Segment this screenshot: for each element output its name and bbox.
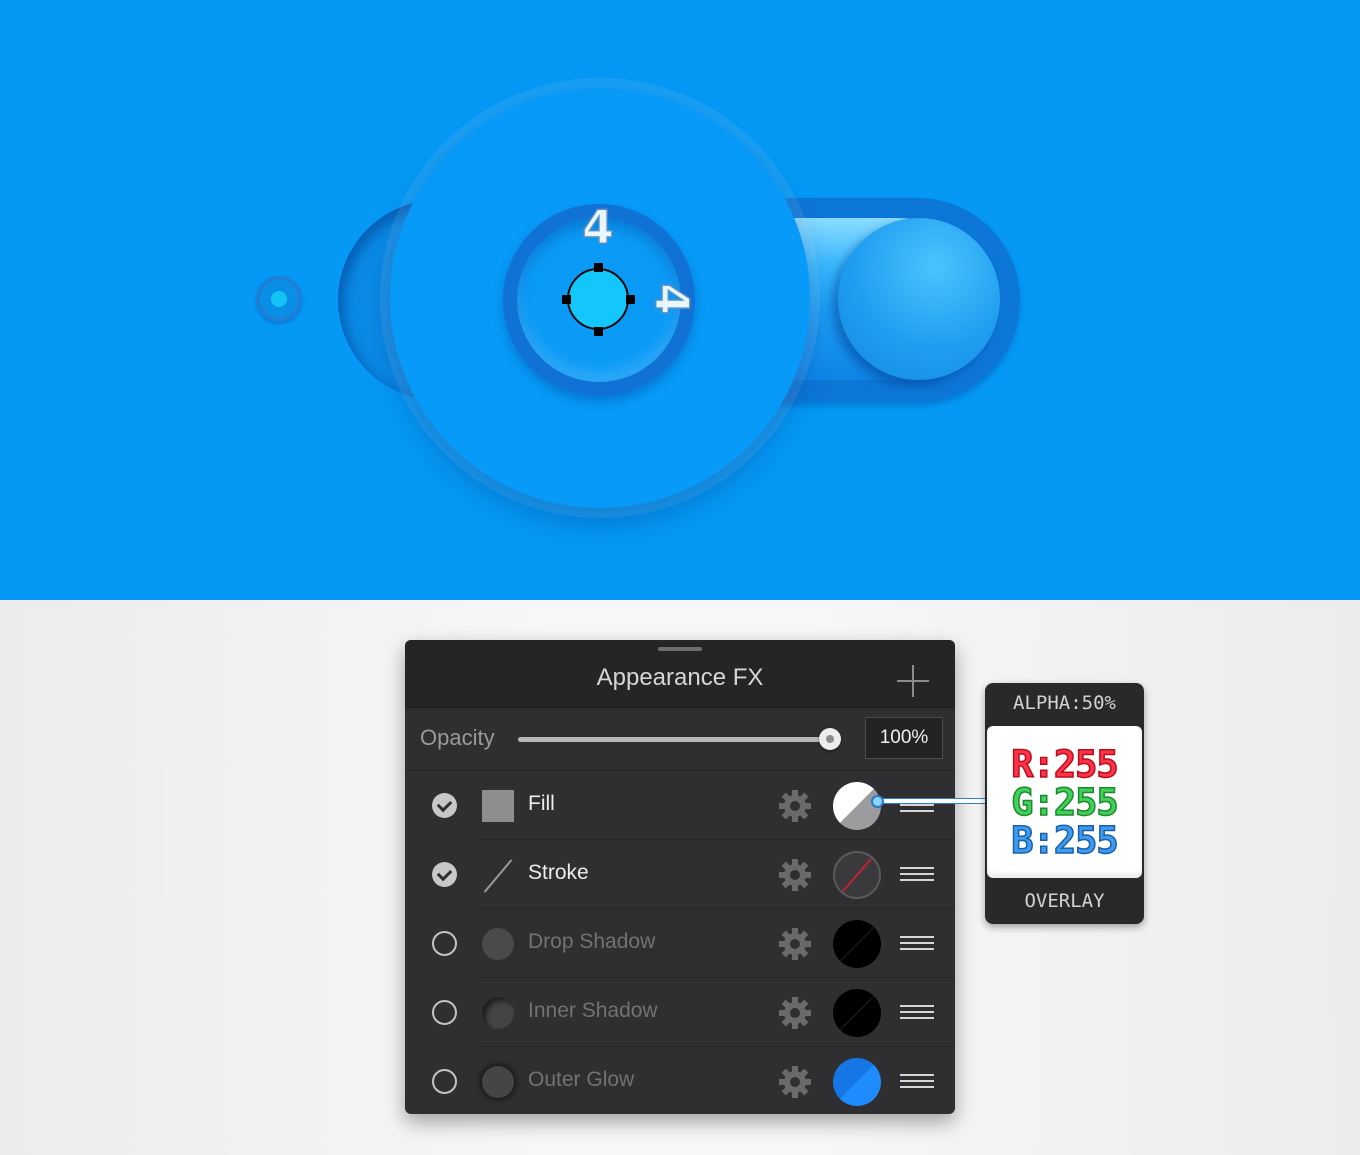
width-dimension-label: 4 [581, 200, 615, 254]
alpha-label: ALPHA:50% [1013, 692, 1116, 714]
drop-shadow-icon [482, 928, 514, 960]
panel-title: Appearance FX [596, 664, 764, 691]
checkmark-icon[interactable] [432, 793, 457, 818]
gear-icon[interactable] [777, 857, 813, 893]
rgb-values-card: R:255 G:255 B:255 [987, 726, 1142, 878]
outer-glow-icon [482, 1066, 514, 1098]
design-canvas[interactable]: 4 4 [0, 0, 1360, 600]
inner-shadow-icon [482, 997, 514, 1029]
plus-icon[interactable] [897, 665, 929, 697]
blue-value: B:255 [1011, 819, 1120, 862]
blend-mode-label: OVERLAY [1024, 890, 1105, 912]
color-swatch[interactable] [833, 851, 881, 899]
effect-label: Stroke [528, 861, 589, 884]
effect-label: Outer Glow [528, 1068, 635, 1091]
panel-header: Appearance FX [405, 640, 955, 708]
drag-handle-icon[interactable] [900, 936, 934, 950]
resize-handle-left[interactable] [562, 295, 571, 304]
swatch-connector-line [882, 798, 988, 804]
resize-handle-top[interactable] [594, 263, 603, 272]
effect-label: Inner Shadow [528, 999, 658, 1022]
unchecked-circle-icon[interactable] [432, 1069, 457, 1094]
color-swatch[interactable] [833, 920, 881, 968]
effect-label: Drop Shadow [528, 930, 656, 953]
opacity-row: Opacity 100% [405, 708, 955, 771]
drag-handle-icon[interactable] [900, 1005, 934, 1019]
gear-icon[interactable] [777, 788, 813, 824]
red-value: R:255 [1011, 743, 1120, 786]
resize-handle-right[interactable] [626, 295, 635, 304]
effect-label: Fill [528, 792, 555, 815]
selected-circle-shape[interactable] [567, 268, 629, 330]
color-swatch[interactable] [833, 989, 881, 1037]
opacity-value-field[interactable]: 100% [865, 717, 943, 759]
drag-handle-icon[interactable] [900, 1074, 934, 1088]
color-info-tooltip: ALPHA:50% R:255 G:255 B:255 OVERLAY [985, 683, 1144, 924]
color-swatch[interactable] [833, 1058, 881, 1106]
checkmark-icon[interactable] [432, 862, 457, 887]
effect-row-outer-glow[interactable]: Outer Glow [405, 1047, 955, 1114]
connector-dot [871, 795, 884, 808]
gear-icon[interactable] [777, 995, 813, 1031]
opacity-slider-thumb[interactable] [819, 728, 841, 750]
effect-row-stroke[interactable]: Stroke [405, 840, 955, 909]
opacity-slider[interactable] [518, 737, 830, 742]
radio-button-shape [256, 276, 302, 322]
panel-grabber[interactable] [658, 647, 702, 651]
unchecked-circle-icon[interactable] [432, 1000, 457, 1025]
effect-row-inner-shadow[interactable]: Inner Shadow [405, 978, 955, 1047]
gear-icon[interactable] [777, 926, 813, 962]
drag-handle-icon[interactable] [900, 867, 934, 881]
stroke-line-icon [482, 859, 514, 891]
toggle-knob [838, 218, 1000, 380]
gear-icon[interactable] [777, 1064, 813, 1100]
green-value: G:255 [1011, 781, 1120, 824]
resize-handle-bottom[interactable] [594, 327, 603, 336]
unchecked-circle-icon[interactable] [432, 931, 457, 956]
height-dimension-label: 4 [644, 282, 700, 316]
appearance-fx-panel: Appearance FX Opacity 100% Fill Stroke D… [405, 640, 955, 1114]
effect-row-drop-shadow[interactable]: Drop Shadow [405, 909, 955, 978]
opacity-label: Opacity [420, 725, 495, 750]
fill-swatch-icon [482, 790, 514, 822]
